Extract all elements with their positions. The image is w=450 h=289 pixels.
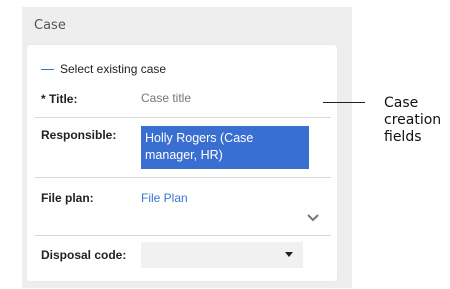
callout-line-1: Case: [384, 95, 419, 111]
divider: [35, 235, 331, 236]
chevron-down-icon[interactable]: [306, 213, 320, 223]
file-plan-label: File plan:: [41, 191, 94, 205]
select-existing-label: Select existing case: [60, 62, 167, 76]
case-form-card: Select existing case * Title: Responsibl…: [27, 45, 337, 281]
select-existing-case-link[interactable]: Select existing case: [41, 62, 166, 76]
title-input[interactable]: [141, 91, 296, 105]
case-panel: Case Select existing case * Title: Respo…: [22, 7, 352, 288]
disposal-code-label: Disposal code:: [41, 248, 127, 262]
responsible-selected-value[interactable]: Holly Rogers (Case manager, HR): [141, 126, 309, 169]
title-label: * Title:: [41, 92, 78, 106]
disposal-code-dropdown[interactable]: [141, 242, 303, 268]
panel-title: Case: [34, 18, 66, 33]
caret-down-icon: [285, 252, 293, 257]
responsible-label: Responsible:: [41, 128, 117, 142]
callout-line-3: fields: [384, 129, 422, 145]
dash-icon: [41, 68, 54, 70]
file-plan-link[interactable]: File Plan: [141, 191, 188, 205]
divider: [35, 117, 331, 118]
callout-label: Case creation fields: [384, 95, 450, 146]
callout-line-2: creation: [384, 112, 442, 128]
divider: [35, 177, 331, 178]
callout-line: [323, 102, 365, 103]
